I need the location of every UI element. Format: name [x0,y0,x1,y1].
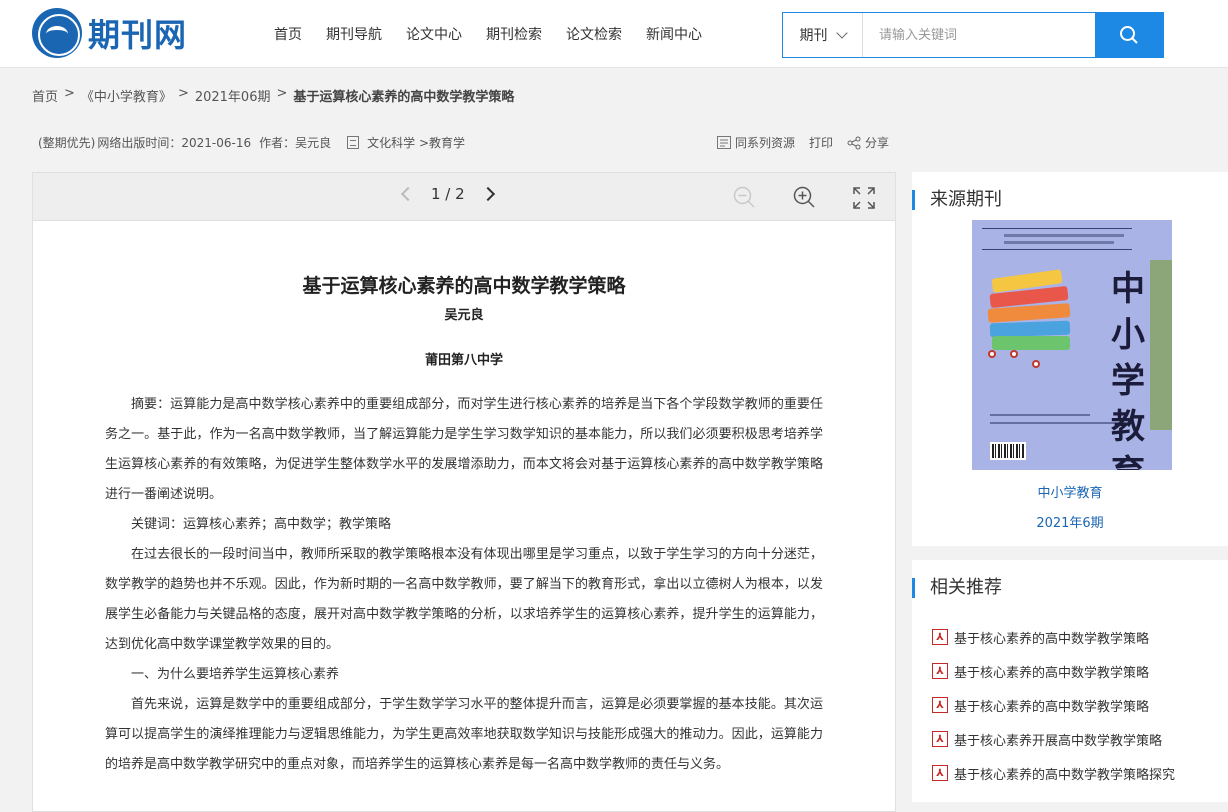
body-paragraph: 在过去很长的一段时间当中，教师所采取的教学策略根本没有体现出哪里是学习重点，以致… [105,547,823,652]
site-logo[interactable]: 期刊网 [32,6,187,60]
recommendation-title: 基于核心素养的高中数学教学策略 [954,631,1150,647]
cover-title: 中小学教育 [1111,269,1145,470]
recommendation-title: 基于核心素养开展高中数学教学策略 [954,733,1163,749]
pdf-icon: ⅄ [932,663,948,679]
body-paragraph: 首先来说，运算是数学中的重要组成部分，于学生数学学习水平的整体提升而言，运算是必… [105,697,823,772]
recommendation-list: ⅄ 基于核心素养的高中数学教学策略 ⅄ 基于核心素养的高中数学教学策略 ⅄ 基于… [932,620,1175,790]
journal-name-link[interactable]: 中小学教育 [912,482,1228,501]
top-header: 期刊网 首页 期刊导航 论文中心 期刊检索 论文检索 新闻中心 期刊 [0,0,1228,68]
article-meta: (整期优先) 网络出版时间：2021-06-16 作者：吴元良 文化科学 >教育… [38,134,473,151]
breadcrumb-issue[interactable]: 2021年06期 [195,86,271,105]
series-icon [717,136,731,149]
main-nav: 首页 期刊导航 论文中心 期刊检索 论文检索 新闻中心 [262,24,714,44]
series-resource-button[interactable]: 同系列资源 [717,134,795,151]
reader-toolbar: 1 / 2 [33,173,895,221]
document-reader: 1 / 2 基于运算核心素养的高中数学教学策略 吴元良 莆田第八中学 摘要：运算… [32,172,896,812]
pdf-icon: ⅄ [932,765,948,781]
cover-header-lines [982,228,1132,250]
section-heading: 一、为什么要培养学生运算核心素养 [131,667,340,682]
breadcrumb-separator: > [177,86,189,101]
recommendations-panel: 相关推荐 ⅄ 基于核心素养的高中数学教学策略 ⅄ 基于核心素养的高中数学教学策略… [912,560,1228,802]
recommendation-title: 基于核心素养的高中数学教学策略 [954,665,1150,681]
keywords-paragraph: 关键词：运算核心素养；高中数学；教学策略 [131,517,392,532]
logo-text: 期刊网 [88,16,188,54]
paper-organization: 莆田第八中学 [424,353,503,368]
books-illustration [986,268,1086,350]
paper-page: 基于运算核心素养的高中数学教学策略 吴元良 莆田第八中学 摘要：运算能力是高中数… [33,271,895,780]
zoom-in-icon[interactable] [793,186,815,208]
fullscreen-icon[interactable] [853,187,875,209]
chevron-down-icon [835,27,848,39]
search-button[interactable] [1095,12,1163,58]
nav-paper-center[interactable]: 论文中心 [406,24,462,44]
search-input[interactable] [863,13,1097,57]
article-tools: 同系列资源 打印 分享 [717,134,903,151]
recommendation-title: 基于核心素养的高中数学教学策略 [954,699,1150,715]
pdf-icon: ⅄ [932,731,948,747]
recommendation-title: 基于核心素养的高中数学教学策略探究 [954,767,1176,783]
publish-time: 网络出版时间：2021-06-16 [97,136,252,150]
search-icon [1120,26,1138,44]
nav-journal-search[interactable]: 期刊检索 [486,24,542,44]
pager: 1 / 2 [397,185,495,203]
nav-paper-search[interactable]: 论文检索 [566,24,622,44]
breadcrumb-journal[interactable]: 《中小学教育》 [81,86,172,105]
recommendation-item[interactable]: ⅄ 基于核心素养的高中数学教学策略探究 [932,756,1175,790]
category-label[interactable]: 文化科学 >教育学 [367,134,465,151]
cover-side-strip [1150,260,1172,430]
next-page-icon[interactable] [480,186,495,202]
share-button[interactable]: 分享 [847,134,889,151]
recommendation-item[interactable]: ⅄ 基于核心素养的高中数学教学策略 [932,620,1175,654]
recommendation-item[interactable]: ⅄ 基于核心素养的高中数学教学策略 [932,688,1175,722]
print-button[interactable]: 打印 [809,134,833,151]
nav-home[interactable]: 首页 [274,24,302,44]
author-label: 作者：吴元良 [259,136,332,150]
recommendation-item[interactable]: ⅄ 基于核心素养开展高中数学教学策略 [932,722,1175,756]
nav-news-center[interactable]: 新闻中心 [646,24,702,44]
page-indicator: 1 / 2 [431,185,465,203]
share-label: 分享 [865,136,890,150]
nav-journal-guide[interactable]: 期刊导航 [326,24,382,44]
abstract-paragraph: 摘要：运算能力是高中数学核心素养中的重要组成部分，而对学生进行核心素养的培养是当… [105,397,823,502]
source-journal-panel: 来源期刊 中小学教育 中小学教育 2021年6期 [912,172,1228,546]
breadcrumb-separator: > [276,86,288,101]
breadcrumb-separator: > [64,86,75,101]
zoom-out-icon[interactable] [733,186,755,208]
logo-emblem-icon [32,8,82,58]
pdf-icon: ⅄ [932,697,948,713]
recommendations-title: 相关推荐 [912,578,1002,598]
pdf-icon: ⅄ [932,629,948,645]
recommendation-item[interactable]: ⅄ 基于核心素养的高中数学教学策略 [932,654,1175,688]
breadcrumb-current: 基于运算核心素养的高中数学教学策略 [293,90,515,105]
series-resource-label: 同系列资源 [735,136,796,150]
search-box: 期刊 [782,12,1164,58]
search-type-select[interactable]: 期刊 [783,13,863,57]
breadcrumb: 首页 > 《中小学教育》 > 2021年06期 > 基于运算核心素养的高中数学教… [32,86,514,105]
journal-issue-link[interactable]: 2021年6期 [912,512,1228,531]
paper-title: 基于运算核心素养的高中数学教学策略 [302,275,626,297]
paper-author: 吴元良 [444,308,484,323]
share-icon [847,136,861,149]
journal-cover-image[interactable]: 中小学教育 [972,220,1172,470]
document-icon [347,136,360,149]
breadcrumb-home[interactable]: 首页 [32,86,58,105]
barcode-icon [990,442,1026,460]
print-label: 打印 [809,136,834,150]
prev-page-icon[interactable] [400,186,416,202]
source-journal-title: 来源期刊 [912,190,1002,210]
priority-label: (整期优先) [38,136,96,150]
search-type-label: 期刊 [799,28,828,44]
